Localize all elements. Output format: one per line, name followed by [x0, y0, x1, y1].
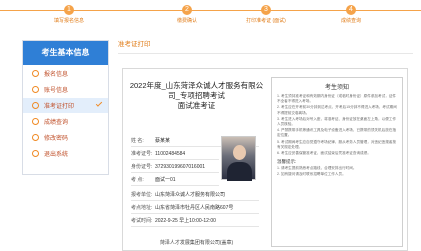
field-value: 372930199607016001: [155, 163, 206, 170]
sidebar-item-label: 报名信息: [44, 72, 69, 78]
step-label: 成绩查询: [340, 18, 361, 24]
step-number: 1: [64, 5, 74, 15]
sidebar-item-label: 成绩查询: [44, 120, 69, 126]
ticket-title-line3: 面试准考证: [177, 101, 216, 110]
ticket-info: 2022年度_山东菏泽众诚人才服务有限公 司_专项招聘考试 面试准考证 姓 名:…: [129, 73, 264, 249]
notice-paragraph: 2. 考生应在开考前30分钟到达考点，开考后15分钟不得进入考场，考试期间不得提…: [277, 105, 397, 115]
score-icon: [32, 118, 39, 125]
field-exam-address: 考点地址: 山东省菏泽市牡丹区人民南路607号: [131, 202, 259, 214]
sidebar-item-print-ticket[interactable]: 准考证打印: [23, 98, 108, 113]
field-value: 山东菏泽众诚人才服务有限公司: [155, 192, 226, 198]
step-number: 2: [182, 5, 192, 15]
sidebar-item-label: 修改密码: [44, 136, 69, 142]
ticket-title-line2: 司_专项招聘考试: [168, 91, 225, 100]
field-key: 报考单位:: [131, 192, 153, 198]
field-key: 考 点:: [131, 177, 144, 183]
field-id-number: 身份证号: 372930199607016001: [131, 161, 219, 173]
field-key: 考试时间:: [131, 218, 153, 224]
ticket-title-line1: 2022年度_山东菏泽众诚人才服务有限公: [129, 81, 264, 90]
progress-steps: 1 填写报名信息 2 缴费确认 3 打印准考证 (面试) 4 成绩查询: [0, 0, 421, 36]
notice-subtitle: 温馨提示:: [277, 159, 297, 165]
sidebar-item-score-query[interactable]: 成绩查询: [23, 114, 108, 129]
exam-notice: 考生须知 1. 考生须持准考证和有效期内身份证（或临时身份证）原件参加考试，证件…: [271, 77, 403, 247]
sidebar-item-label: 账号信息: [44, 88, 69, 94]
field-exam-site: 考 点: 面试一01: [131, 174, 219, 186]
sidebar-title: 考生基本信息: [23, 41, 108, 65]
notice-paragraph: 6. 考生应妥善保管准考证，面试结束后凭准考证查询成绩。: [277, 151, 371, 156]
field-value: 蔡某某: [155, 138, 171, 144]
sidebar-item-label: 准考证打印: [44, 104, 75, 110]
check-icon: [95, 100, 103, 107]
page-title: 准考证打印: [118, 40, 413, 54]
field-key: 姓 名:: [131, 138, 144, 144]
notice-title: 考生须知: [324, 85, 349, 91]
photo-face: [233, 145, 246, 160]
notice-tip: 1. 请考生提前熟悉考点路线，合理安排出行时间。: [277, 166, 357, 171]
sidebar: 考生基本信息 报名信息 账号信息 准考证打印 成绩查询 修改密码 退出系统: [22, 40, 109, 175]
sidebar-item-label: 退出系统: [44, 152, 69, 158]
field-ticket-number: 准考证号: 11002484584: [131, 148, 219, 160]
ticket-footer: 菏泽人才发展集团有限公司(盖章): [159, 240, 234, 246]
account-icon: [32, 86, 39, 93]
main-content: 准考证打印 2022年度_山东菏泽众诚人才服务有限公 司_专项招聘考试 面试准考…: [118, 40, 413, 251]
step-label: 打印准考证 (面试): [246, 18, 286, 24]
notice-paragraph: 1. 考生须持准考证和有效期内身份证（或临时身份证）原件参加考试，证件不全者不得…: [277, 94, 396, 104]
step-label: 填写报名信息: [53, 18, 84, 24]
step-3: 3 打印准考证 (面试): [236, 5, 296, 24]
print-icon: [32, 102, 39, 109]
notice-paragraph: 5. 考试期间考生应自觉遵守考场纪律，服从考务人员管理，对违纪违规者按有关规定处…: [277, 139, 396, 149]
field-value: 2022-9-25 早上10:00-12:00: [155, 218, 216, 224]
admission-ticket: 2022年度_山东菏泽众诚人才服务有限公 司_专项招聘考试 面试准考证 姓 名:…: [122, 68, 408, 251]
field-value: 山东省菏泽市牡丹区人民南路607号: [155, 205, 234, 211]
sidebar-item-account-info[interactable]: 账号信息: [23, 82, 108, 97]
field-value: 11002484584: [155, 150, 186, 157]
step-2: 2 缴费确认: [157, 5, 217, 24]
step-4: 4 成绩查询: [321, 5, 381, 24]
notice-tip: 2. 如有疑问请及时联系招聘单位工作人员。: [277, 172, 346, 177]
step-number: 3: [261, 5, 271, 15]
sidebar-item-change-password[interactable]: 修改密码: [23, 130, 108, 145]
sidebar-item-logout[interactable]: 退出系统: [23, 146, 108, 161]
candidate-photo: [221, 136, 256, 181]
field-value: 面试一01: [155, 177, 176, 183]
lock-icon: [32, 134, 39, 141]
notice-paragraph: 3. 考生进入考场后对号入座，将准考证、身份证放在桌面左上角，以便工作人员核验。: [277, 116, 396, 127]
field-key: 身份证号:: [131, 164, 153, 170]
field-key: 准考证号:: [131, 151, 153, 157]
notice-paragraph: 4. 严禁携带手机等通讯工具及电子设备进入考场，已携带的须关机后放在指定位置。: [277, 128, 396, 138]
field-key: 考点地址:: [131, 205, 153, 211]
photo-body: [227, 162, 252, 181]
logout-icon: [32, 150, 39, 157]
step-number: 4: [346, 5, 356, 15]
field-employer: 报考单位: 山东菏泽众诚人才服务有限公司: [131, 189, 259, 201]
registration-icon: [32, 70, 39, 77]
sidebar-item-registration-info[interactable]: 报名信息: [23, 66, 108, 81]
step-label: 缴费确认: [176, 18, 197, 24]
step-1: 1 填写报名信息: [39, 5, 99, 24]
field-exam-time: 考试时间: 2022-9-25 早上10:00-12:00: [131, 215, 259, 227]
